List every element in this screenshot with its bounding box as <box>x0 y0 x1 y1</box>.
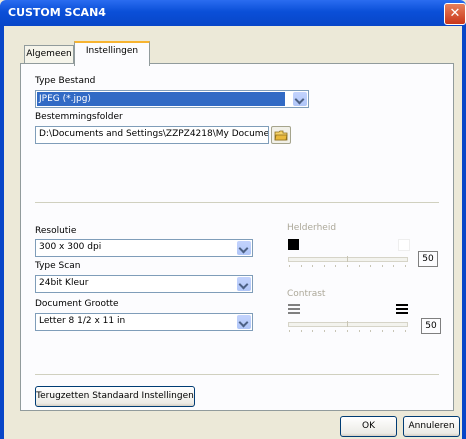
window-frame-right <box>462 26 466 439</box>
slider-tick <box>393 265 394 267</box>
chevron-down-icon[interactable] <box>293 92 307 106</box>
light-square-icon <box>398 239 410 251</box>
slider-tick <box>335 330 336 332</box>
tab-algemeen[interactable]: Algemeen <box>24 45 74 64</box>
slider-tick <box>301 265 302 267</box>
resolution-value: 300 x 300 dpi <box>39 242 102 252</box>
slider-tick <box>324 330 325 332</box>
slider-tick <box>359 265 360 267</box>
destination-label: Bestemmingsfolder <box>35 112 123 122</box>
high-contrast-icon <box>396 304 408 314</box>
slider-tick <box>312 330 313 332</box>
bottom-divider <box>35 374 439 375</box>
chevron-down-icon[interactable] <box>237 241 251 255</box>
slider-tick <box>347 265 348 267</box>
scan-type-label: Type Scan <box>35 261 81 271</box>
contrast-slider-thumb[interactable] <box>347 321 348 327</box>
slider-tick <box>289 330 290 332</box>
brightness-value-box: 50 <box>418 251 438 267</box>
resolution-label: Resolutie <box>35 226 77 236</box>
browse-folder-button[interactable] <box>271 126 291 144</box>
slider-tick <box>370 330 371 332</box>
file-type-label: Type Bestand <box>35 76 96 86</box>
close-button[interactable]: ✕ <box>444 3 466 25</box>
document-size-value: Letter 8 1/2 x 11 in <box>39 316 126 326</box>
destination-field[interactable]: D:\Documents and Settings\ZZPZ4218\My Do… <box>35 126 269 144</box>
settings-panel: Type Bestand JPEG (*.jpg) Bestemmingsfol… <box>20 63 454 411</box>
window-title: CUSTOM SCAN4 <box>8 6 106 19</box>
slider-tick <box>301 330 302 332</box>
tab-instellingen[interactable]: Instellingen <box>74 41 150 66</box>
contrast-value-box: 50 <box>421 318 441 334</box>
slider-tick <box>393 330 394 332</box>
slider-tick <box>359 330 360 332</box>
chevron-down-icon[interactable] <box>237 315 251 329</box>
contrast-slider[interactable] <box>288 322 408 327</box>
folder-icon <box>274 130 288 141</box>
slider-tick <box>335 265 336 267</box>
slider-tick <box>382 265 383 267</box>
slider-tick <box>312 265 313 267</box>
reset-defaults-button[interactable]: Terugzetten Standaard Instellingen <box>35 386 195 407</box>
low-contrast-icon <box>288 304 300 314</box>
resolution-select[interactable]: 300 x 300 dpi <box>35 239 253 257</box>
destination-value: D:\Documents and Settings\ZZPZ4218\My Do… <box>39 129 269 139</box>
slider-tick <box>405 265 406 267</box>
slider-tick <box>405 330 406 332</box>
section-divider <box>35 202 439 203</box>
dialog-window: CUSTOM SCAN4 ✕ Algemeen Instellingen Typ… <box>0 0 466 439</box>
slider-tick <box>324 265 325 267</box>
scan-type-select[interactable]: 24bit Kleur <box>35 275 253 293</box>
slider-tick <box>289 265 290 267</box>
document-size-select[interactable]: Letter 8 1/2 x 11 in <box>35 313 253 331</box>
slider-tick <box>347 330 348 332</box>
file-type-select[interactable]: JPEG (*.jpg) <box>35 90 309 108</box>
window-frame-left <box>0 26 4 439</box>
slider-tick <box>370 265 371 267</box>
scan-type-value: 24bit Kleur <box>39 278 89 288</box>
brightness-label: Helderheid <box>287 223 337 233</box>
contrast-label: Contrast <box>287 289 326 299</box>
dark-square-icon <box>288 239 299 250</box>
brightness-slider[interactable] <box>288 257 408 262</box>
document-size-label: Document Grootte <box>35 299 119 309</box>
tab-label: Algemeen <box>26 49 72 59</box>
tab-label: Instellingen <box>85 46 139 56</box>
cancel-button[interactable]: Annuleren <box>403 416 460 437</box>
brightness-slider-thumb[interactable] <box>347 256 348 262</box>
ok-button[interactable]: OK <box>340 416 397 437</box>
slider-tick <box>382 330 383 332</box>
title-bar[interactable]: CUSTOM SCAN4 ✕ <box>0 0 466 26</box>
file-type-value: JPEG (*.jpg) <box>37 92 285 106</box>
chevron-down-icon[interactable] <box>237 277 251 291</box>
close-icon: ✕ <box>449 6 461 21</box>
